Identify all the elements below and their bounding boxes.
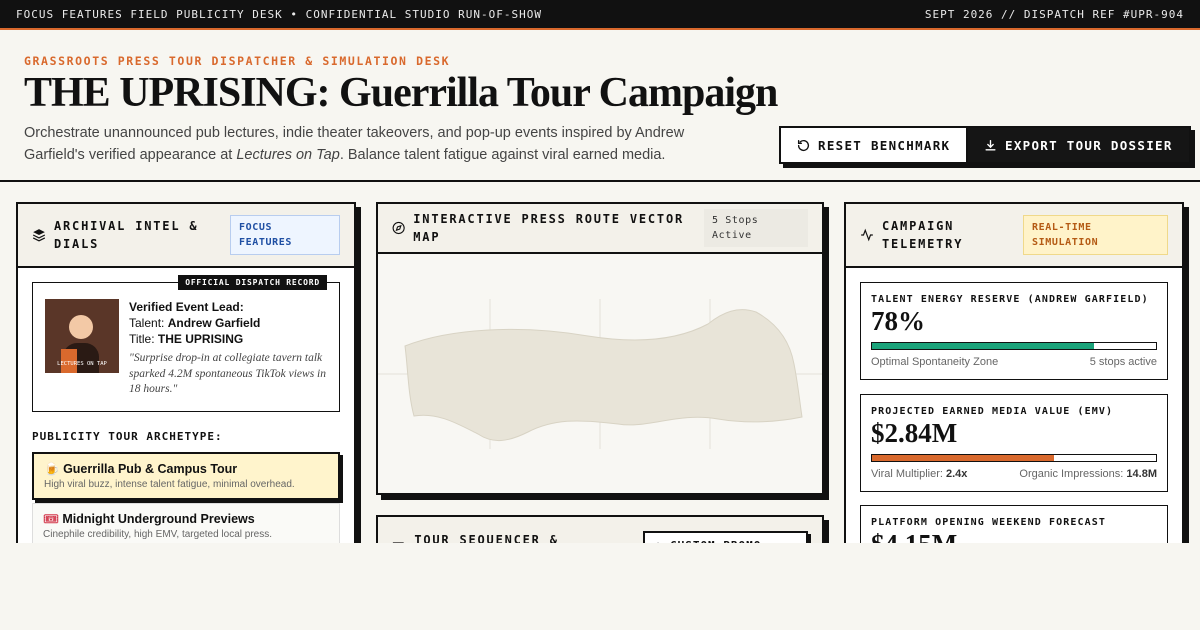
download-icon [985,139,996,151]
desc-emphasis: Lectures on Tap [236,147,340,163]
archetype-label: PUBLICITY TOUR ARCHETYPE: [32,430,223,443]
stops-active-tag: 5 Stops Active [704,209,808,247]
map-title-wrap: INTERACTIVE PRESS ROUTE VECTOR MAP [392,210,704,246]
reset-icon [797,139,810,151]
energy-bar-fill [872,343,1094,349]
map-panel-header: INTERACTIVE PRESS ROUTE VECTOR MAP 5 Sto… [378,204,822,254]
archetype-title-wrap: 🎟 Midnight Underground Previews [43,512,329,527]
reset-label: RESET BENCHMARK [818,137,951,153]
organic-impressions: Organic Impressions: 14.8M [1019,468,1157,480]
eyebrow: GRASSROOTS PRESS TOUR DISPATCHER & SIMUL… [24,54,451,68]
emv-card: PROJECTED EARNED MEDIA VALUE (EMV) $2.84… [860,394,1168,492]
energy-footer: Optimal Spontaneity Zone 5 stops active [871,356,1157,368]
emv-bar [871,454,1157,462]
telemetry-title-wrap: CAMPAIGN TELEMETRY [860,217,982,253]
portrait-caption: LECTURES ON TAP [57,361,107,367]
export-dossier-button[interactable]: EXPORT TOUR DOSSIER [966,126,1191,164]
lead-label: Verified Event Lead: [129,300,244,314]
energy-reserve-card: TALENT ENERGY RESERVE (ANDREW GARFIELD) … [860,282,1168,380]
archival-panel-header: ARCHIVAL INTEL & DIALS FOCUS FEATURES [18,204,354,268]
archetype-subtitle: Cinephile credibility, high EMV, targete… [43,529,273,540]
imp-label: Organic Impressions: [1019,468,1124,480]
route-vector-map[interactable] [378,254,822,493]
topbar-right-text: SEPT 2026 // DISPATCH REF #UPR-904 [924,7,1184,21]
activity-icon [861,228,873,242]
energy-bar [871,342,1157,350]
export-label: EXPORT TOUR DOSSIER [1005,137,1173,153]
telemetry-header: CAMPAIGN TELEMETRY REAL-TIME SIMULATION [846,204,1182,268]
beer-icon: 🍺 [44,462,60,476]
energy-label: TALENT ENERGY RESERVE (ANDREW GARFIELD) [871,294,1149,305]
desc-part-2: . Balance talent fatigue against viral e… [339,147,666,163]
topbar-left-text: FOCUS FEATURES FIELD PUBLICITY DESK • CO… [16,7,542,21]
forecast-label: PLATFORM OPENING WEEKEND FORECAST [871,517,1106,528]
record-text: Verified Event Lead: Talent: Andrew Garf… [129,299,327,395]
map-title: INTERACTIVE PRESS ROUTE VECTOR MAP [413,212,685,244]
emv-value: $2.84M [871,418,958,448]
talent-line: Talent: Andrew Garfield [129,315,327,331]
page-description: Orchestrate unannounced pub lectures, in… [24,122,704,166]
hero-header: GRASSROOTS PRESS TOUR DISPATCHER & SIMUL… [0,31,1200,182]
ticket-icon: 🎟 [43,512,59,526]
talent-portrait: LECTURES ON TAP [45,299,119,373]
emv-bar-fill [872,455,1054,461]
reset-benchmark-button[interactable]: RESET BENCHMARK [779,126,969,164]
us-map-shape [404,309,803,441]
title-label: Title: [129,332,155,346]
realtime-sim-tag: REAL-TIME SIMULATION [1023,215,1168,255]
route-map-panel: INTERACTIVE PRESS ROUTE VECTOR MAP 5 Sto… [376,202,824,495]
dispatch-record-card: OFFICIAL DISPATCH RECORD LECTURES ON TAP… [32,275,340,412]
emv-footer: Viral Multiplier: 2.4x Organic Impressio… [871,468,1157,480]
mult-value: 2.4x [946,468,968,480]
emv-label: PROJECTED EARNED MEDIA VALUE (EMV) [871,406,1114,417]
title-value: THE UPRISING [157,332,244,346]
archetype-option-guerrilla[interactable]: 🍺 Guerrilla Pub & Campus Tour High viral… [32,452,340,500]
campaign-telemetry-panel: CAMPAIGN TELEMETRY REAL-TIME SIMULATION … [844,202,1184,562]
title-line: Title: THE UPRISING [129,331,327,347]
archival-intel-panel: ARCHIVAL INTEL & DIALS FOCUS FEATURES OF… [16,202,356,562]
archival-title: ARCHIVAL INTEL & DIALS [54,219,199,251]
bottom-cutoff-area [0,543,1200,630]
top-bar: FOCUS FEATURES FIELD PUBLICITY DESK • CO… [0,0,1200,30]
archetype-title: Midnight Underground Previews [62,512,255,526]
mult-label: Viral Multiplier: [871,468,943,480]
archetype-title-wrap: 🍺 Guerrilla Pub & Campus Tour [44,462,328,477]
focus-features-tag: FOCUS FEATURES [230,215,340,255]
talent-value: Andrew Garfield [167,316,261,330]
talent-label: Talent: [129,316,165,330]
record-quote: "Surprise drop-in at collegiate tavern t… [129,352,326,395]
energy-zone: Optimal Spontaneity Zone [871,356,999,368]
telemetry-title: CAMPAIGN TELEMETRY [882,219,964,251]
record-badge: OFFICIAL DISPATCH RECORD [178,275,327,290]
page-title: THE UPRISING: Guerrilla Tour Campaign [24,70,778,116]
archetype-title: Guerrilla Pub & Campus Tour [63,462,238,476]
archival-title-wrap: ARCHIVAL INTEL & DIALS [32,217,204,253]
layers-icon [32,229,46,242]
imp-value: 14.8M [1126,468,1157,480]
energy-stops: 5 stops active [1089,356,1157,368]
viral-multiplier: Viral Multiplier: 2.4x [871,468,967,480]
compass-icon [392,221,405,235]
energy-value: 78% [871,306,925,336]
map-canvas [378,299,822,449]
archetype-subtitle: High viral buzz, intense talent fatigue,… [44,479,295,490]
